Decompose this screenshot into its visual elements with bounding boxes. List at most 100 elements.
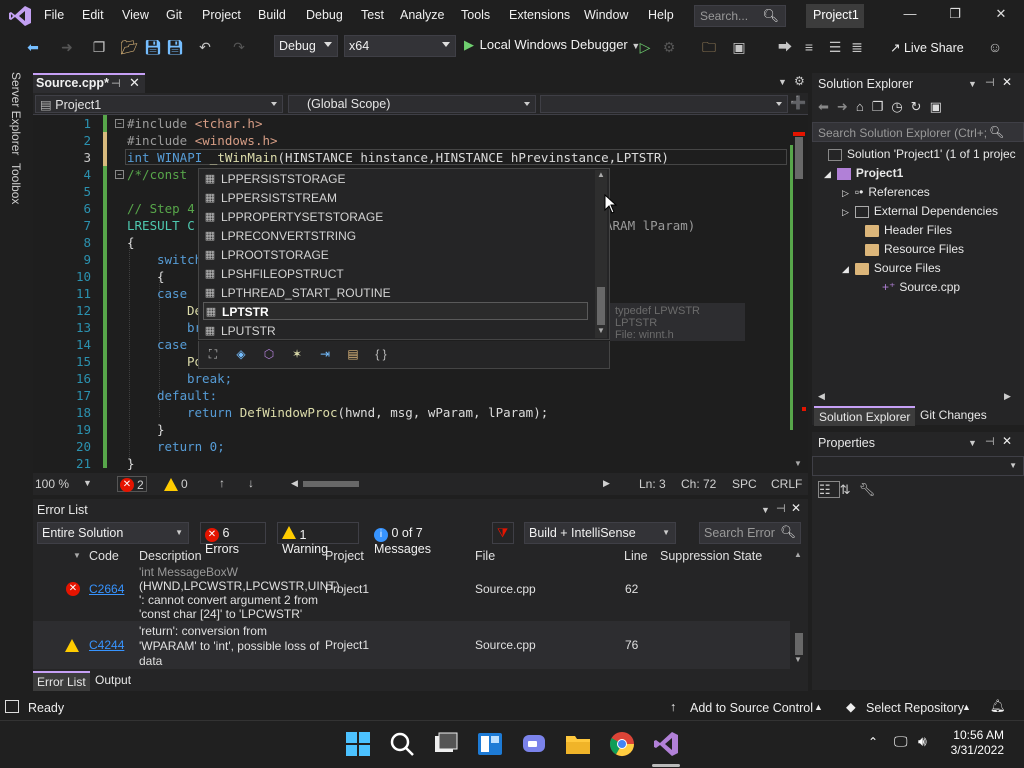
- menu-view[interactable]: View: [122, 8, 149, 22]
- completion-item[interactable]: ▦ LPTHREAD_START_ROUTINE: [203, 284, 588, 302]
- build-source-select[interactable]: Build + IntelliSense ▼: [524, 522, 676, 544]
- completion-item[interactable]: ▦ LPROOTSTORAGE: [203, 246, 588, 264]
- column-header-suppression[interactable]: Suppression State: [660, 549, 762, 563]
- feedback-icon[interactable]: ☺: [986, 38, 1004, 56]
- task-view-icon[interactable]: [432, 730, 460, 758]
- filter-class-icon[interactable]: ◈: [232, 347, 250, 363]
- panel-menu-icon[interactable]: ▼: [761, 505, 770, 515]
- live-share-button[interactable]: ↗ Live Share: [890, 40, 964, 55]
- arrow-down-icon[interactable]: ↓: [248, 476, 254, 490]
- scroll-up-icon[interactable]: ▲: [597, 170, 605, 179]
- completion-item-selected[interactable]: ▦ LPTSTR: [203, 302, 588, 320]
- start-debug-button[interactable]: ▶ Local Windows Debugger ▼: [464, 37, 640, 53]
- split-editor-icon[interactable]: ➕: [790, 95, 806, 111]
- completion-item[interactable]: ▦ LPUTSTR: [203, 322, 588, 340]
- menu-git[interactable]: Git: [166, 8, 182, 22]
- scroll-down-icon[interactable]: ▼: [794, 459, 802, 468]
- open-folder-icon[interactable]: 📂︎: [120, 38, 138, 56]
- scroll-down-icon[interactable]: ▼: [597, 326, 605, 335]
- start-without-debug-icon[interactable]: ▷: [636, 38, 654, 56]
- new-project-icon[interactable]: ❐: [90, 38, 108, 56]
- tree-header-files[interactable]: Header Files: [865, 223, 952, 237]
- pin-icon[interactable]: ⊣: [985, 435, 995, 448]
- uncomment-icon[interactable]: ≣: [848, 38, 866, 56]
- visual-studio-taskbar-icon[interactable]: [652, 730, 680, 758]
- menu-project[interactable]: Project: [202, 8, 241, 22]
- menu-build[interactable]: Build: [258, 8, 286, 22]
- filter-struct-icon[interactable]: ⬡: [260, 347, 278, 363]
- scroll-left-icon[interactable]: ◀: [291, 478, 298, 489]
- column-header-file[interactable]: File: [475, 549, 495, 563]
- project-nav-select[interactable]: ▤ Project1: [35, 95, 283, 113]
- maximize-icon[interactable]: ❐: [945, 6, 965, 26]
- tab-git-changes[interactable]: Git Changes: [915, 406, 992, 424]
- tab-output[interactable]: Output: [91, 673, 135, 687]
- error-code-link[interactable]: C4244: [89, 638, 124, 652]
- tree-solution[interactable]: Solution 'Project1' (1 of 1 projec: [828, 147, 1016, 161]
- scope-select[interactable]: Entire Solution ▼: [37, 522, 189, 544]
- menu-help[interactable]: Help: [648, 8, 674, 22]
- close-window-icon[interactable]: ✕: [991, 6, 1011, 26]
- error-list-scrollbar[interactable]: ▲ ▼: [790, 547, 808, 669]
- add-source-control-button[interactable]: Add to Source Control: [690, 701, 813, 715]
- step-icon[interactable]: ⮕: [776, 38, 794, 56]
- scope-nav-select[interactable]: (Global Scope): [288, 95, 536, 113]
- config-select[interactable]: Debug: [274, 35, 338, 57]
- select-repository-button[interactable]: Select Repository: [866, 701, 964, 715]
- completion-item[interactable]: ▦ LPPROPERTYSETSTORAGE: [203, 208, 588, 226]
- completion-item[interactable]: ▦ LPPERSISTSTREAM: [203, 189, 588, 207]
- whitespace-indicator[interactable]: SPC: [732, 477, 757, 491]
- filter-expand-icon[interactable]: ⛶: [204, 347, 222, 363]
- panel-menu-icon[interactable]: ▼: [968, 79, 977, 89]
- forward-icon[interactable]: ➜: [58, 38, 76, 56]
- scroll-thumb[interactable]: [795, 137, 803, 179]
- categorized-icon[interactable]: ☷: [818, 481, 840, 498]
- back-icon[interactable]: ⬅: [24, 38, 42, 56]
- filter-function-icon[interactable]: ✶: [288, 347, 306, 363]
- chevron-down-icon[interactable]: ▼: [83, 478, 92, 488]
- comment-icon[interactable]: ☰: [826, 38, 844, 56]
- zoom-level[interactable]: 100 %: [35, 477, 69, 491]
- server-explorer-tab[interactable]: Server Explorer: [9, 72, 23, 155]
- filter-macro-icon[interactable]: { }: [372, 347, 390, 363]
- close-panel-icon[interactable]: ✕: [1002, 434, 1012, 448]
- file-explorer-icon[interactable]: [564, 730, 592, 758]
- back-icon[interactable]: ⬅: [818, 99, 837, 114]
- pin-icon[interactable]: ⊣: [985, 76, 995, 89]
- menu-analyze[interactable]: Analyze: [400, 8, 444, 22]
- intellisense-popup[interactable]: ▦ LPPERSISTSTORAGE ▦ LPPERSISTSTREAM ▦ LPPR…: [198, 168, 610, 340]
- messages-filter-button[interactable]: i 0 of 7 Messages: [369, 522, 479, 556]
- tray-overflow-icon[interactable]: ⌃: [868, 735, 878, 749]
- filter-icon[interactable]: ⧩: [492, 522, 514, 544]
- toolbox-tab[interactable]: Toolbox: [9, 163, 23, 204]
- scroll-up-icon[interactable]: ▲: [794, 550, 802, 559]
- menu-extensions[interactable]: Extensions: [509, 8, 570, 22]
- chevron-up-icon[interactable]: ▲: [814, 702, 823, 712]
- member-nav-select[interactable]: [540, 95, 788, 113]
- menu-file[interactable]: File: [44, 8, 64, 22]
- menu-edit[interactable]: Edit: [82, 8, 104, 22]
- tab-source-cpp[interactable]: Source.cpp* ⊣ ✕: [33, 73, 145, 93]
- collapse-toggle-icon[interactable]: −: [115, 170, 124, 179]
- column-header-description[interactable]: Description: [139, 549, 202, 563]
- menu-tools[interactable]: Tools: [461, 8, 490, 22]
- widgets-icon[interactable]: [476, 730, 504, 758]
- scroll-right-icon[interactable]: ▶: [603, 478, 610, 489]
- search-taskbar-icon[interactable]: [388, 730, 416, 758]
- horizontal-scroll-thumb[interactable]: [303, 481, 359, 487]
- switch-views-icon[interactable]: ❐: [872, 99, 892, 114]
- settings-gear-icon[interactable]: ⚙: [794, 74, 805, 88]
- tab-error-list[interactable]: Error List: [33, 671, 90, 691]
- column-header-code[interactable]: Code: [89, 549, 119, 563]
- tree-source-files[interactable]: ◢ Source Files: [842, 261, 941, 275]
- alphabetical-icon[interactable]: ⇅: [840, 482, 859, 497]
- minimize-icon[interactable]: —: [900, 6, 920, 26]
- windows-start-icon[interactable]: [344, 730, 372, 758]
- undo-icon[interactable]: ↶: [196, 38, 214, 56]
- table-row[interactable]: ✕ C2664 'int MessageBoxW (HWND,LPCWSTR,L…: [33, 565, 790, 621]
- tree-project[interactable]: ◢ Project1: [824, 166, 903, 180]
- menu-window[interactable]: Window: [584, 8, 628, 22]
- tree-source-cpp[interactable]: +⁺ Source.cpp: [882, 280, 960, 294]
- layout-icon[interactable]: ▣: [730, 38, 748, 56]
- property-pages-icon[interactable]: 🔧︎: [859, 482, 884, 497]
